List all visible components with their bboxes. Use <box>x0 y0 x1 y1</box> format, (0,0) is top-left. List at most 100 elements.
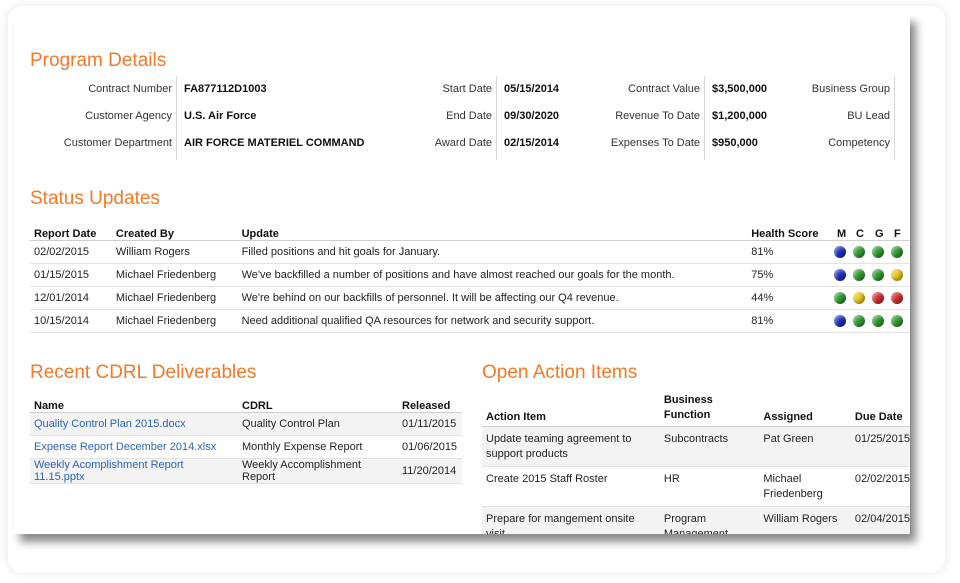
field-value: $3,500,000 <box>712 83 768 95</box>
action-item-cell: Create 2015 Staff Roster <box>482 466 660 507</box>
status-green-icon <box>871 268 884 281</box>
col-report-date[interactable]: Report Date <box>30 216 112 241</box>
action-item-row[interactable]: Create 2015 Staff Roster HR Michael Friede… <box>482 466 910 507</box>
indicator-cell-m <box>832 286 852 310</box>
cdrl-type-cell: Monthly Expense Report <box>238 435 398 459</box>
action-item-row[interactable]: Prepare for mangement onsite visit Progra… <box>482 506 910 534</box>
indicator-cell-f <box>889 263 910 287</box>
indicator-cell-c <box>851 309 871 333</box>
field-value: FA877112D1003 <box>184 83 267 95</box>
cdrl-file-link[interactable]: Weekly Acomplishment Report 11.15.pptx <box>34 459 184 483</box>
field-label: End Date <box>446 110 492 122</box>
health-score-cell: 81% <box>747 309 833 333</box>
status-row[interactable]: 01/15/2015 Michael Friedenberg We've backf… <box>30 263 910 287</box>
col-business-function-line1: Business <box>663 393 713 406</box>
report-date-cell: 01/15/2015 <box>30 263 112 287</box>
health-score-cell: 44% <box>747 286 833 310</box>
status-blue-icon <box>833 245 846 258</box>
cdrl-file-link[interactable]: Expense Report December 2014.xlsx <box>34 441 216 453</box>
field-label: Start Date <box>442 83 492 95</box>
assigned-cell: William Rogers <box>759 506 851 534</box>
field-value: 09/30/2020 <box>504 110 560 122</box>
status-row[interactable]: 12/01/2014 Michael Friedenberg We're behin… <box>30 286 910 310</box>
assigned-cell: Pat Green <box>759 426 851 467</box>
col-f: F <box>889 216 910 241</box>
divider <box>704 76 705 160</box>
cdrl-table: Name CDRL Released Quality Control Plan … <box>30 390 462 484</box>
cdrl-type-cell: Weekly Accomplishment Report <box>238 458 398 484</box>
col-update[interactable]: Update <box>237 216 748 241</box>
field-label: Award Date <box>434 137 492 149</box>
status-yellow-icon <box>890 268 903 281</box>
divider <box>176 76 177 160</box>
status-green-icon <box>833 291 846 304</box>
cdrl-title: Recent CDRL Deliverables <box>30 362 257 383</box>
health-score-cell: 81% <box>747 240 833 264</box>
indicator-cell-c <box>851 286 871 310</box>
field-value: 02/15/2014 <box>504 137 560 149</box>
cdrl-released-cell: 01/11/2015 <box>398 412 462 436</box>
indicator-cell-m <box>832 309 852 333</box>
indicator-cell-f <box>889 309 910 333</box>
action-item-cell: Prepare for mangement onsite visit <box>482 506 660 534</box>
col-cdrl[interactable]: CDRL <box>238 390 398 413</box>
update-cell: We're behind on our backfills of personn… <box>237 286 748 310</box>
report-date-cell: 02/02/2015 <box>30 240 112 264</box>
cdrl-file-link[interactable]: Quality Control Plan 2015.docx <box>34 418 186 430</box>
status-yellow-icon <box>852 291 865 304</box>
status-green-icon <box>890 245 903 258</box>
cdrl-name-cell: Expense Report December 2014.xlsx <box>30 435 238 459</box>
divider <box>894 76 895 160</box>
indicator-cell-c <box>851 240 871 264</box>
cdrl-row: Quality Control Plan 2015.docx Quality Co… <box>30 412 462 436</box>
col-created-by[interactable]: Created By <box>111 216 238 241</box>
status-updates-title: Status Updates <box>30 188 160 209</box>
due-date-cell: 01/25/2015 <box>850 426 910 467</box>
status-blue-icon <box>833 268 846 281</box>
update-cell: Filled positions and hit goals for Janua… <box>237 240 748 264</box>
indicator-cell-g <box>870 263 890 287</box>
status-blue-icon <box>833 314 846 327</box>
field-label: Contract Value <box>628 83 700 95</box>
created-by-cell: Michael Friedenberg <box>111 286 238 310</box>
status-row[interactable]: 02/02/2015 William Rogers Filled positions… <box>30 240 910 264</box>
col-due-date[interactable]: Due Date <box>850 390 910 427</box>
col-action-item[interactable]: Action Item <box>482 390 660 427</box>
field-label: Customer Department <box>63 137 172 149</box>
update-cell: We've backfilled a number of positions a… <box>237 263 748 287</box>
col-business-function[interactable]: Business Function <box>659 390 760 427</box>
indicator-cell-c <box>851 263 871 287</box>
indicator-cell-g <box>870 286 890 310</box>
cdrl-released-cell: 11/20/2014 <box>398 458 462 484</box>
field-label: BU Lead <box>847 110 890 122</box>
status-green-icon <box>871 314 884 327</box>
field-value: 05/15/2014 <box>504 83 560 95</box>
action-item-row[interactable]: Update teaming agreement to support prod… <box>482 426 910 467</box>
field-value: AIR FORCE MATERIEL COMMAND <box>184 137 365 149</box>
field-label: Competency <box>828 137 890 149</box>
status-row[interactable]: 10/15/2014 Michael Friedenberg Need additi… <box>30 309 910 333</box>
status-green-icon <box>871 245 884 258</box>
divider <box>496 76 497 160</box>
business-function-cell: Subcontracts <box>659 426 760 467</box>
col-health-score[interactable]: Health Score <box>747 216 833 241</box>
cdrl-type-cell: Quality Control Plan <box>238 412 398 436</box>
col-assigned[interactable]: Assigned <box>759 390 851 427</box>
action-items-table: Action Item Business Function Assigned D… <box>482 390 910 534</box>
cdrl-name-cell: Weekly Acomplishment Report 11.15.pptx <box>30 458 238 484</box>
col-released[interactable]: Released <box>398 390 462 413</box>
created-by-cell: Michael Friedenberg <box>111 309 238 333</box>
field-label: Customer Agency <box>85 110 172 122</box>
col-m: M <box>832 216 852 241</box>
field-label: Revenue To Date <box>615 110 700 122</box>
indicator-cell-g <box>870 309 890 333</box>
created-by-cell: William Rogers <box>111 240 238 264</box>
created-by-cell: Michael Friedenberg <box>111 263 238 287</box>
field-value: $1,200,000 <box>712 110 768 122</box>
indicator-cell-f <box>889 240 910 264</box>
cdrl-row: Expense Report December 2014.xlsx Monthly… <box>30 435 462 459</box>
report-date-cell: 10/15/2014 <box>30 309 112 333</box>
status-green-icon <box>852 268 865 281</box>
col-name[interactable]: Name <box>30 390 238 413</box>
status-red-icon <box>890 291 903 304</box>
